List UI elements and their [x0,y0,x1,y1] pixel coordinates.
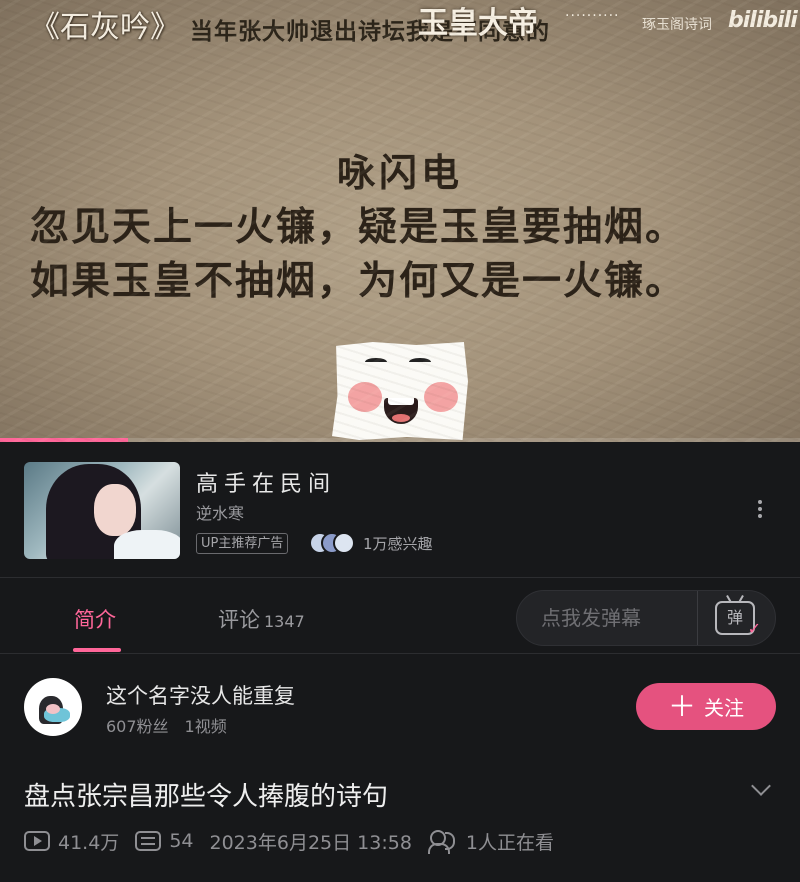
ad-interest-count: 1万感兴趣 [363,535,433,553]
more-vertical-icon[interactable] [752,498,768,522]
interested-users-avatars [309,532,357,554]
ad-subtitle: 逆水寒 [196,504,245,523]
poem-line: 忽见天上一火镰，疑是玉皇要抽烟。 [30,205,687,250]
video-title: 盘点张宗昌那些令人捧腹的诗句 [24,782,389,812]
view-count-item: 41.4万 [24,828,119,855]
channel-watermark: 琢玉阁诗词 [642,17,712,33]
publish-date-item: 2023年6月25日 13:58 [210,828,412,855]
play-count-icon [24,831,50,851]
active-tab-indicator [73,648,121,652]
follow-button-label: 关注 [704,696,744,720]
detail-tabs: 简介 评论1347 弹 ✓ [0,578,800,654]
video-meta: 41.4万 54 2023年6月25日 13:58 1人正在看 [24,826,554,856]
bilibili-logo: bilibili [728,8,798,33]
danmaku-count-item: 54 [135,830,194,852]
people-icon [427,830,458,854]
smiling-face-sticker [332,342,468,440]
divider [697,591,698,645]
follower-count: 607粉丝 [106,717,169,736]
danmaku-overlay-text: 玉皇大帝 [418,6,538,41]
danmaku-toggle-button[interactable]: 弹 ✓ [715,601,761,637]
uploader-avatar[interactable] [24,678,82,736]
ad-thumbnail[interactable] [24,462,180,559]
video-count: 1视频 [184,717,227,736]
tab-comments[interactable]: 评论 1347 [218,604,305,634]
poem-title: 咏闪电 [336,151,463,195]
tab-intro[interactable]: 简介 [74,604,116,634]
recommended-ad-card[interactable]: 高手在民间 逆水寒 UP主推荐广告 1万感兴趣 [0,442,800,578]
comments-count: 1347 [264,612,305,631]
view-count: 41.4万 [58,831,120,854]
watching-item: 1人正在看 [427,828,555,855]
poem-line: 如果玉皇不抽烟，为何又是一火镰。 [30,259,687,304]
danmaku-toggle-label: 弹 [726,608,743,627]
video-player[interactable]: 《石灰吟》 当年张大帅退出诗坛我是不同意的 玉皇大帝 ·········· 琢玉… [0,0,800,442]
checkmark-icon: ✓ [747,619,761,638]
danmaku-count-icon [135,831,162,851]
plus-icon: ＋ [667,689,696,723]
tab-comments-label: 评论 [218,608,260,632]
uploader-name[interactable]: 这个名字没人能重复 [106,680,295,710]
publish-date: 2023年6月25日 13:58 [209,831,412,854]
video-overlay-title: 《石灰吟》 [30,10,180,45]
ad-badge: UP主推荐广告 [196,533,289,554]
danmaku-box: 弹 ✓ [516,590,776,646]
danmaku-count: 54 [169,830,194,852]
danmaku-overlay-dots: ·········· [565,8,620,24]
ad-title[interactable]: 高手在民间 [196,466,336,498]
uploader-stats: 607粉丝 1视频 [106,713,227,737]
chevron-down-icon[interactable] [751,778,771,798]
watching-count: 1人正在看 [465,831,555,854]
danmaku-input[interactable] [517,591,697,645]
follow-button[interactable]: ＋ 关注 [636,683,776,730]
